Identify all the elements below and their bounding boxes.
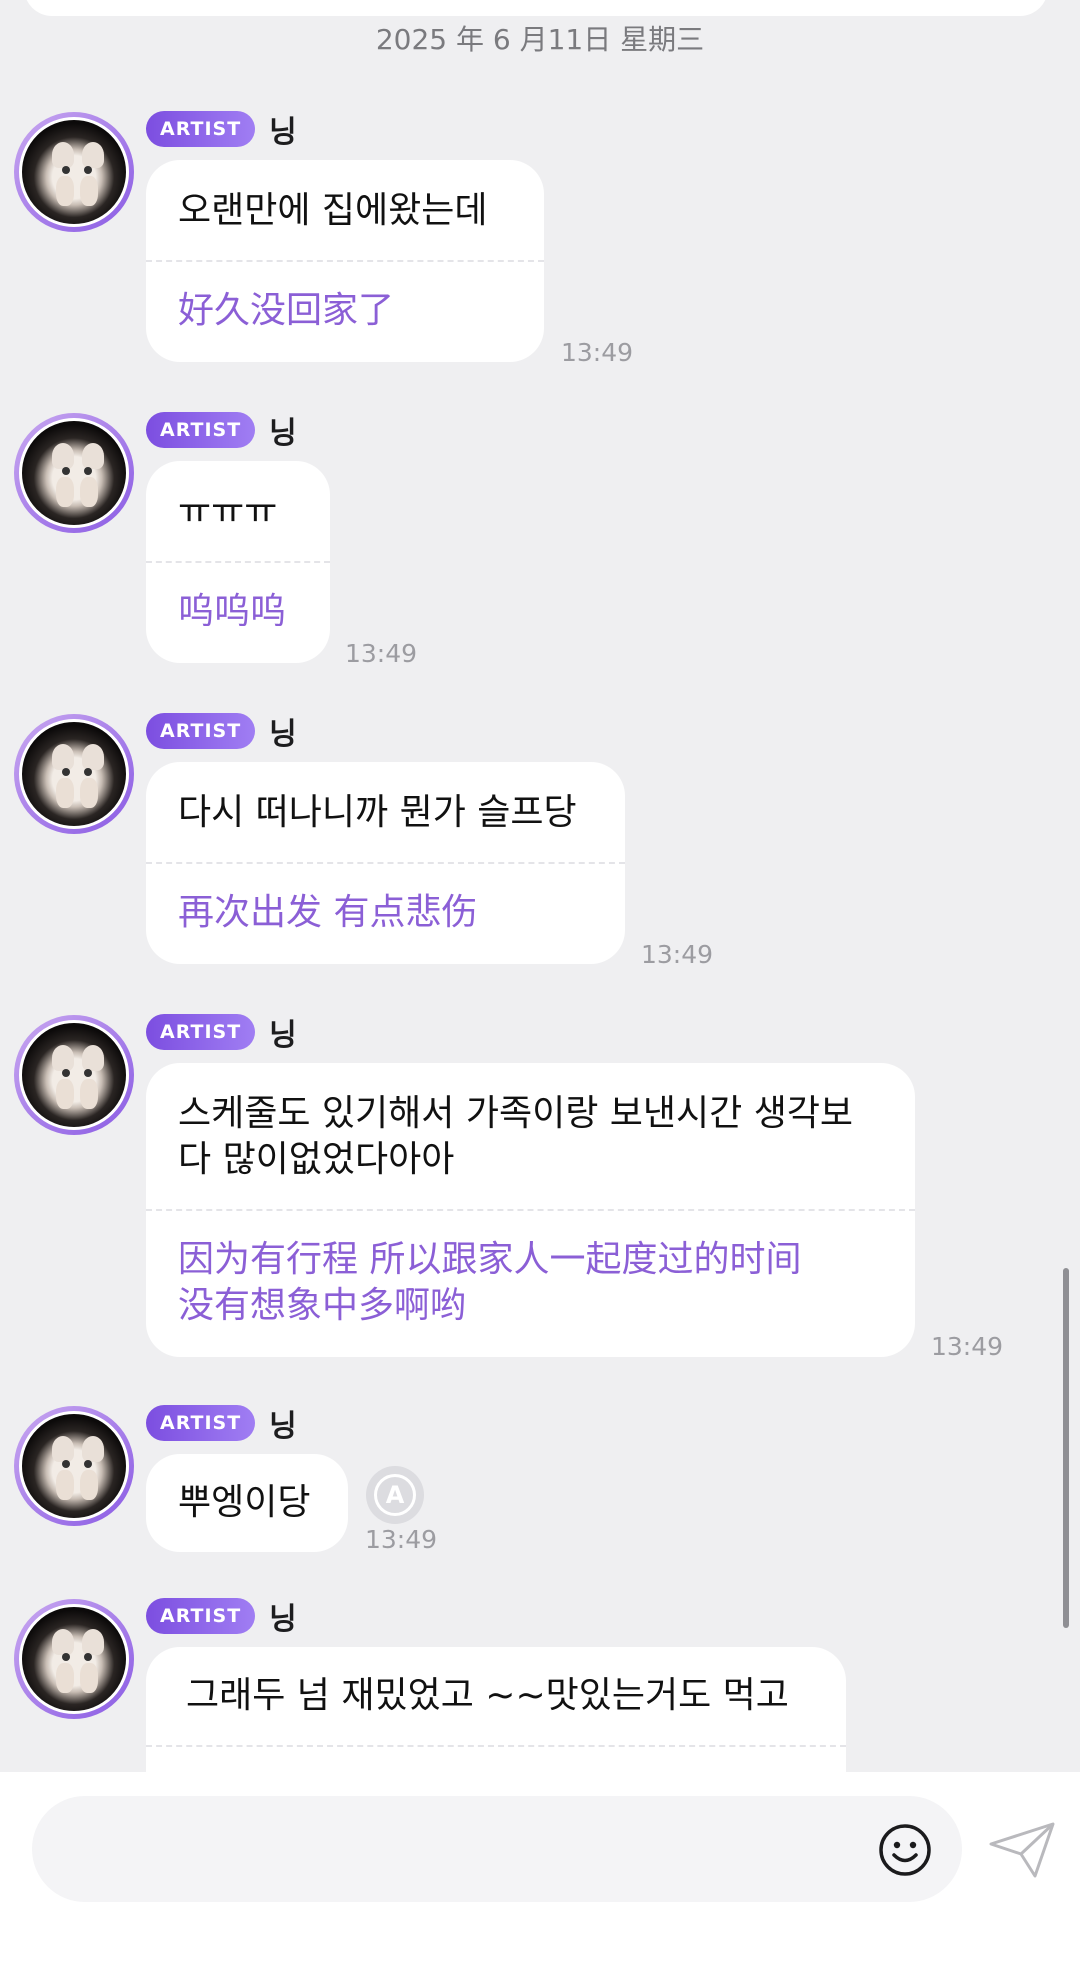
artist-badge: ARTIST — [146, 111, 256, 147]
cat-avatar-image — [19, 117, 129, 227]
sender-row: ARTIST 닝 — [146, 412, 297, 451]
message-text-translation: 呜呜呜 — [178, 591, 287, 632]
avatar[interactable] — [14, 714, 134, 834]
avatar[interactable] — [14, 1599, 134, 1719]
translate-button[interactable]: A — [366, 1466, 424, 1524]
sender-name: 닝 — [269, 717, 297, 752]
message-text-korean: 다시 떠나니까 뭔가 슬프당 — [178, 792, 577, 833]
translate-icon: A — [374, 1474, 416, 1516]
scrollbar[interactable] — [1063, 1268, 1069, 1628]
message-text-translation: 好久没回家了 — [178, 290, 395, 331]
top-sheet — [24, 0, 1048, 16]
sender-row: ARTIST 닝 — [146, 713, 297, 752]
cat-avatar-image — [19, 1604, 129, 1714]
date-header: 2025 年 6 月11日 星期三 — [375, 23, 705, 56]
artist-badge: ARTIST — [146, 713, 256, 749]
artist-badge: ARTIST — [146, 1598, 256, 1634]
sender-row: ARTIST 닝 — [146, 111, 297, 150]
avatar[interactable] — [14, 413, 134, 533]
paper-plane-icon[interactable] — [987, 1820, 1057, 1880]
sender-name: 닝 — [269, 1409, 297, 1444]
artist-badge: ARTIST — [146, 1014, 256, 1050]
sender-row: ARTIST 닝 — [146, 1598, 297, 1637]
message-bubble[interactable]: 오랜만에 집에왔는데 好久没回家了 — [146, 160, 544, 362]
sender-name: 닝 — [269, 115, 297, 150]
message-time: 13:49 — [561, 338, 634, 367]
message-time: 13:49 — [365, 1525, 438, 1554]
message-text-korean: 스케줄도 있기해서 가족이랑 보낸시간 생각보 다 많이없었다아아 — [178, 1093, 854, 1180]
message-time: 13:49 — [345, 639, 418, 668]
chat-screen: 2025 年 6 月11日 星期三 ARTIST 닝 오랜만에 집에왔는데 好久… — [0, 0, 1080, 1961]
smiley-icon[interactable] — [877, 1822, 933, 1878]
artist-badge: ARTIST — [146, 412, 256, 448]
message-text-korean: 그래두 넘 재밌었고 ~~맛있는거도 먹고 — [186, 1675, 789, 1716]
message-bubble[interactable]: 스케줄도 있기해서 가족이랑 보낸시간 생각보 다 많이없었다아아 因为有行程 … — [146, 1063, 915, 1357]
message-text-korean: 오랜만에 집에왔는데 — [178, 190, 488, 231]
avatar[interactable] — [14, 1015, 134, 1135]
message-text-translation: 再次出发 有点悲伤 — [178, 892, 478, 933]
sender-row: ARTIST 닝 — [146, 1014, 297, 1053]
sender-row: ARTIST 닝 — [146, 1405, 297, 1444]
sender-name: 닝 — [269, 1018, 297, 1053]
message-text-korean: 뿌엥이당 — [178, 1482, 311, 1523]
message-composer — [0, 1772, 1080, 1961]
sender-name: 닝 — [269, 1602, 297, 1637]
message-text-translation: 因为有行程 所以跟家人一起度过的时间 没有想象中多啊哟 — [178, 1239, 802, 1326]
cat-avatar-image — [19, 1411, 129, 1521]
cat-avatar-image — [19, 1020, 129, 1130]
cat-avatar-image — [19, 719, 129, 829]
avatar[interactable] — [14, 1406, 134, 1526]
artist-badge: ARTIST — [146, 1405, 256, 1441]
message-bubble[interactable]: 뿌엥이당 — [146, 1454, 348, 1552]
sender-name: 닝 — [269, 416, 297, 451]
message-bubble[interactable]: 다시 떠나니까 뭔가 슬프당 再次出发 有点悲伤 — [146, 762, 625, 964]
message-text-korean: ㅠㅠㅠ — [178, 491, 278, 532]
cat-avatar-image — [19, 418, 129, 528]
translation-divider — [146, 1745, 846, 1747]
message-bubble[interactable]: ㅠㅠㅠ 呜呜呜 — [146, 461, 330, 663]
message-time: 13:49 — [641, 940, 714, 969]
avatar[interactable] — [14, 112, 134, 232]
message-time: 13:49 — [931, 1332, 1004, 1361]
message-input[interactable] — [32, 1796, 962, 1902]
